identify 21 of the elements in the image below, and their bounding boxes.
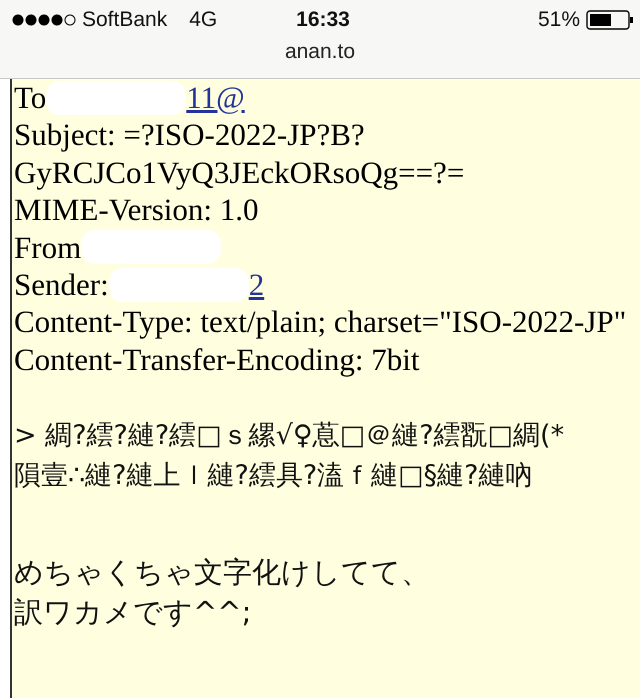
signal-icon — [12, 13, 76, 27]
header-text: From — [14, 228, 82, 266]
header-text: To — [14, 79, 46, 116]
network-type: 4G — [189, 8, 218, 32]
battery-percent: 51% — [538, 8, 580, 32]
carrier-name: SoftBank — [82, 8, 168, 32]
header-text: Content-Transfer-Encoding: 7bit — [14, 340, 420, 378]
clock-time: 16:33 — [296, 8, 350, 32]
header-text: Content-Type: text/plain; charset="ISO-2022-JP" — [14, 303, 626, 341]
message-text: めちゃくちゃ文字化けしてて、 — [14, 554, 431, 592]
url-text[interactable]: anan.to — [0, 40, 640, 64]
garbled-text: 隕壹∴縺?縺上ｌ縺?繧具?溘ｆ縺□§縺?縺吶 — [14, 459, 534, 494]
header-text: MIME-Version: 1.0 — [14, 191, 259, 229]
message-text: 訳ワカメです^^; — [14, 594, 252, 632]
header-text: GyRCJCo1VyQ3JEckORsoQg==?= — [14, 154, 464, 192]
garbled-text: > 綢?繧?縺?繧□ｓ縲√♀蒠□＠縺?繧翫□綢(* — [14, 419, 566, 454]
email-link[interactable]: 11@ — [186, 79, 245, 116]
header-text: Subject: =?ISO-2022-JP?B? — [14, 116, 365, 154]
header-text: Sender: — [14, 266, 109, 304]
battery-icon — [586, 10, 634, 30]
email-link[interactable]: 2 — [248, 266, 264, 304]
